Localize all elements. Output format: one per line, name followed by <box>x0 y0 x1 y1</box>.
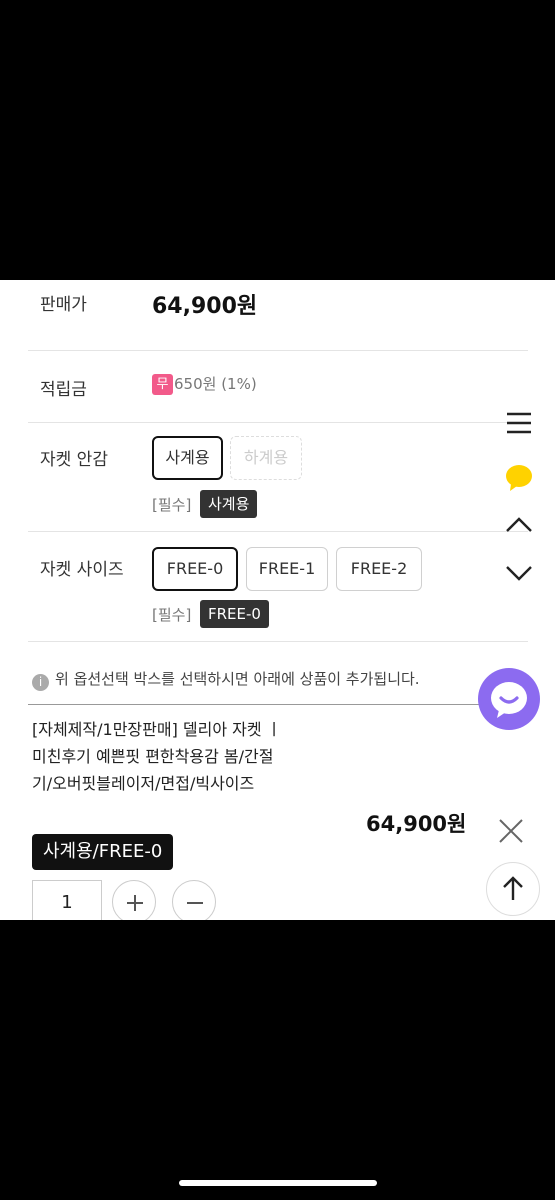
lining-required-label: [필수] <box>152 496 192 514</box>
points-label: 적립금 <box>40 380 87 400</box>
product-options-panel: 판매가 64,900원 적립금 무 650원 (1%) 자켓 안감 사계용 하계… <box>0 280 555 920</box>
selected-item-price: 64,900원 <box>366 812 467 836</box>
divider <box>28 531 528 532</box>
plus-icon <box>127 895 143 911</box>
points-badge: 무 <box>152 374 173 395</box>
remove-item-icon[interactable] <box>496 816 526 846</box>
divider <box>28 422 528 423</box>
option-notice: i 위 옵션선택 박스를 선택하시면 아래에 상품이 추가됩니다. <box>32 668 492 691</box>
menu-icon[interactable] <box>502 408 536 438</box>
selected-product-title: [자체제작/1만장판매] 델리아 자켓 ㅣ미친후기 예쁜핏 편한착용감 봄/간절… <box>32 720 282 793</box>
lining-label: 자켓 안감 <box>40 450 108 470</box>
kakao-chat-icon[interactable] <box>502 462 536 492</box>
info-icon: i <box>32 674 49 691</box>
minus-icon <box>187 902 203 904</box>
divider <box>28 641 528 642</box>
chat-support-button[interactable] <box>478 668 540 730</box>
scroll-down-icon[interactable] <box>502 558 536 588</box>
size-option-free-1[interactable]: FREE-1 <box>246 547 328 591</box>
size-selected-chip: FREE-0 <box>200 600 269 628</box>
quantity-decrease-button[interactable] <box>172 880 216 920</box>
quantity-increase-button[interactable] <box>112 880 156 920</box>
home-indicator[interactable] <box>179 1180 377 1186</box>
notice-text: 위 옵션선택 박스를 선택하시면 아래에 상품이 추가됩니다. <box>55 670 420 688</box>
sale-price: 64,900원 <box>152 294 258 319</box>
lining-option-summer[interactable]: 하계용 <box>230 436 302 480</box>
scroll-up-icon[interactable] <box>502 510 536 540</box>
points-value: 650원 (1%) <box>174 375 257 393</box>
arrow-up-icon <box>503 876 523 900</box>
selected-option-chip: 사계용/FREE-0 <box>32 834 174 870</box>
divider <box>28 350 528 351</box>
lining-selected-chip: 사계용 <box>200 490 258 518</box>
back-to-top-button[interactable] <box>486 862 540 916</box>
size-label: 자켓 사이즈 <box>40 560 124 580</box>
size-option-free-2[interactable]: FREE-2 <box>336 547 422 591</box>
price-label: 판매가 <box>40 295 87 315</box>
chat-icon <box>491 682 527 718</box>
size-option-free-0[interactable]: FREE-0 <box>152 547 238 591</box>
lining-option-all-season[interactable]: 사계용 <box>152 436 223 480</box>
divider <box>28 704 528 705</box>
size-required-label: [필수] <box>152 606 192 624</box>
quantity-input[interactable]: 1 <box>32 880 102 920</box>
